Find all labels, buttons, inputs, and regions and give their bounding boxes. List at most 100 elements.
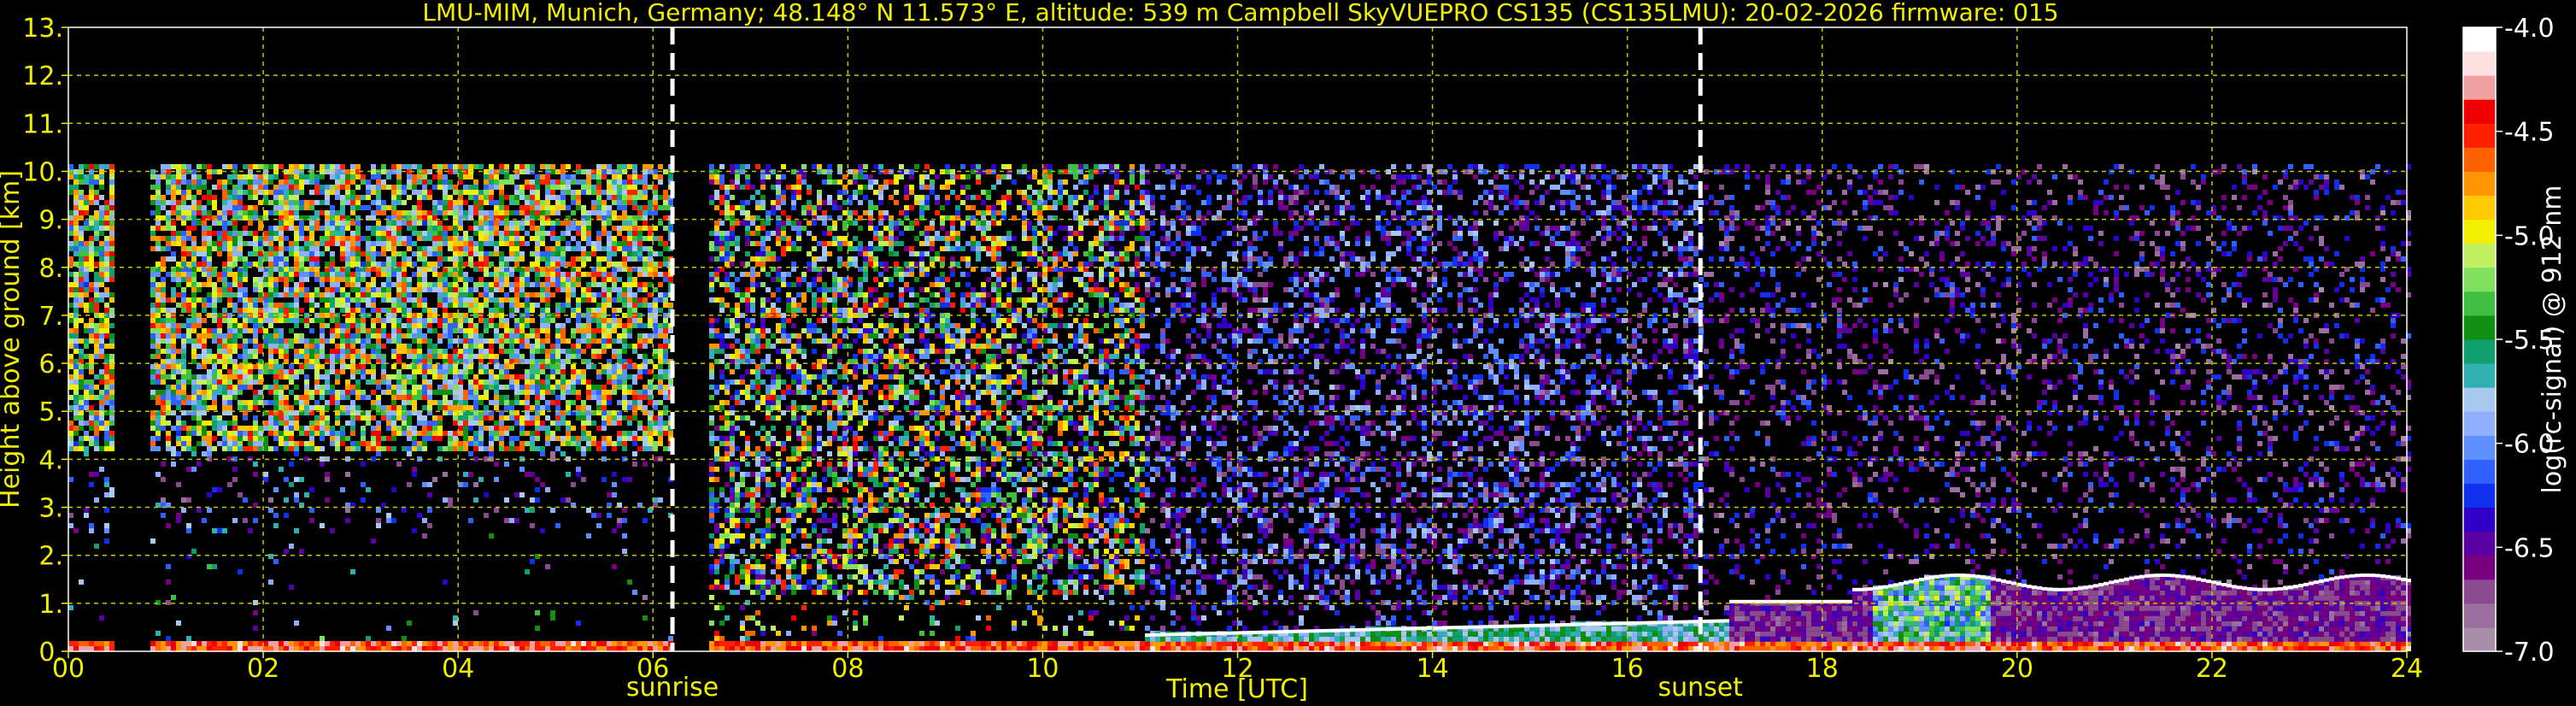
signal-cell <box>545 282 550 287</box>
signal-cell <box>545 287 550 292</box>
signal-cell <box>104 200 109 205</box>
signal-cell <box>361 174 366 179</box>
signal-cell <box>468 472 473 477</box>
signal-cell <box>89 333 94 338</box>
signal-cell <box>422 426 427 431</box>
signal-cell <box>432 364 437 369</box>
signal-cell <box>617 323 622 328</box>
signal-cell <box>314 318 320 323</box>
signal-cell <box>545 328 550 333</box>
signal-cell <box>335 221 340 226</box>
signal-cell <box>622 195 627 200</box>
signal-cell <box>73 246 79 251</box>
signal-cell <box>468 174 473 179</box>
signal-cell <box>514 241 519 246</box>
signal-cell <box>279 436 284 441</box>
signal-cell <box>171 338 176 344</box>
signal-cell <box>181 272 186 277</box>
signal-cell <box>258 164 263 169</box>
signal-cell <box>161 364 166 369</box>
signal-cell <box>637 251 643 256</box>
plot-area <box>67 26 2411 652</box>
signal-cell <box>540 482 545 487</box>
signal-cell <box>350 369 355 374</box>
signal-cell <box>284 221 289 226</box>
signal-cell <box>612 482 617 487</box>
signal-cell <box>422 482 427 487</box>
signal-cell <box>355 395 361 400</box>
signal-cell <box>289 338 294 344</box>
signal-cell <box>443 405 448 410</box>
signal-cell <box>320 431 325 436</box>
signal-cell <box>381 205 386 210</box>
signal-cell <box>68 338 73 344</box>
signal-cell <box>407 164 412 169</box>
signal-cell <box>591 308 596 313</box>
signal-cell <box>335 441 340 446</box>
signal-cell <box>437 415 443 421</box>
signal-cell <box>335 287 340 292</box>
signal-cell <box>191 282 197 287</box>
signal-cell <box>386 262 391 267</box>
signal-cell <box>376 287 381 292</box>
signal-cell <box>335 210 340 215</box>
signal-cell <box>155 226 161 231</box>
signal-cell <box>607 344 612 349</box>
signal-cell <box>453 200 458 205</box>
signal-cell <box>304 426 309 431</box>
signal-cell <box>248 528 253 533</box>
signal-cell <box>427 400 432 405</box>
signal-cell <box>330 185 335 190</box>
signal-cell <box>284 277 289 282</box>
signal-cell <box>273 174 279 179</box>
signal-cell <box>366 303 371 308</box>
signal-cell <box>560 190 566 195</box>
signal-cell <box>571 277 576 282</box>
signal-cell <box>412 374 417 379</box>
signal-cell <box>268 277 273 282</box>
signal-cell <box>73 395 79 400</box>
signal-cell <box>581 349 586 354</box>
signal-cell <box>545 256 550 262</box>
signal-cell <box>376 354 381 359</box>
signal-cell <box>535 277 540 282</box>
signal-cell <box>109 446 114 451</box>
signal-cell <box>484 318 489 323</box>
signal-cell <box>253 323 258 328</box>
signal-cell <box>181 241 186 246</box>
signal-cell <box>473 185 478 190</box>
signal-cell <box>448 369 453 374</box>
signal-cell <box>643 385 648 390</box>
signal-cell <box>555 364 560 369</box>
signal-cell <box>258 446 263 451</box>
signal-cell <box>494 210 499 215</box>
signal-cell <box>473 646 478 651</box>
signal-cell <box>622 477 627 482</box>
signal-cell <box>197 318 202 323</box>
signal-cell <box>391 364 396 369</box>
signal-cell <box>448 390 453 395</box>
signal-cell <box>463 210 468 215</box>
signal-cell <box>355 256 361 262</box>
signal-cell <box>222 221 227 226</box>
signal-cell <box>519 241 525 246</box>
signal-cell <box>171 333 176 338</box>
signal-cell <box>253 395 258 400</box>
signal-cell <box>396 323 402 328</box>
signal-cell <box>217 333 222 338</box>
signal-cell <box>550 256 555 262</box>
signal-cell <box>330 426 335 431</box>
signal-cell <box>279 226 284 231</box>
signal-cell <box>104 323 109 328</box>
signal-cell <box>407 210 412 215</box>
signal-cell <box>335 344 340 349</box>
signal-cell <box>314 179 320 185</box>
signal-cell <box>504 282 509 287</box>
signal-cell <box>391 297 396 303</box>
signal-cell <box>361 364 366 369</box>
signal-cell <box>340 251 345 256</box>
signal-cell <box>581 287 586 292</box>
signal-cell <box>540 390 545 395</box>
signal-cell <box>535 328 540 333</box>
signal-cell <box>499 323 504 328</box>
